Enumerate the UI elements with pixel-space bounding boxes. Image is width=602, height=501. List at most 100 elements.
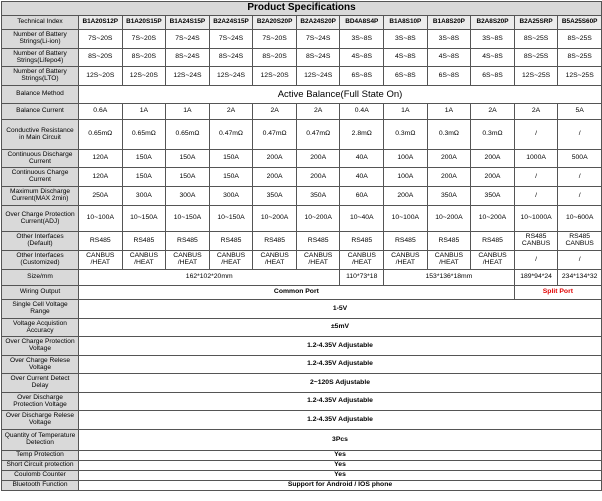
cell-value: 60A — [339, 186, 385, 206]
cell-value: 12S~20S — [252, 66, 297, 86]
row-label: Number of Battery Strings(Li-ion) — [1, 29, 79, 49]
model-header: B1A20S12P — [78, 15, 123, 30]
cell-value: 7S~24S — [295, 29, 341, 49]
cell-value: 0.65mΩ — [121, 119, 167, 150]
cell-value: CANBUS/HEAT — [295, 250, 341, 270]
cell-value: 1A — [121, 103, 167, 120]
balance-method-value: Active Balance(Full State On) — [78, 85, 602, 104]
cell-value: 4S~8S — [470, 48, 515, 67]
cell-value: CANBUS/HEAT — [383, 250, 428, 270]
cell-value: RS485 — [295, 231, 341, 251]
cell-line: /HEAT — [482, 259, 503, 266]
cell-value: 7S~20S — [121, 29, 167, 49]
row-short-circuit: Short Circuit protection Yes — [1, 460, 602, 471]
cell-value: 2A — [208, 103, 254, 120]
cell-value: 4S~8S — [426, 48, 472, 67]
row-balance-current: Balance Current 0.6A 1A 1A 2A 2A 2A 0.4A 1A 1A 2A… — [1, 103, 602, 120]
cell-value: / — [513, 186, 559, 206]
row-label: Voltage Acquistion Accuracy — [1, 318, 79, 337]
oc-release-value: 1.2-4.35V Adjustable — [78, 355, 602, 374]
cell-line: RS485 — [177, 236, 198, 244]
cell-value: 2A — [252, 103, 297, 120]
bluetooth-value: Support for Android / IOS phone — [78, 480, 602, 491]
cell-value: 0.3mΩ — [383, 119, 428, 150]
cell-value: 2A — [470, 103, 515, 120]
cell-value: 12S~25S — [557, 66, 602, 86]
page-title: Product Specifications — [1, 1, 602, 16]
cell-value: 300A — [165, 186, 210, 206]
cell-value: 12S~24S — [165, 66, 210, 86]
row-label: Single Cell Voltage Range — [1, 299, 79, 319]
cell-value: 10~200A — [470, 205, 515, 232]
cell-value: RS485 — [165, 231, 210, 251]
row-continuous-discharge: Continuous Discharge Current 120A 150A 150… — [1, 149, 602, 168]
cell-value: 200A — [470, 149, 515, 168]
cell-line: RS485 — [394, 236, 416, 244]
cell-value: RS485 — [78, 231, 123, 251]
row-odp-voltage: Over Discharge Protection Voltage 1.2-4.… — [1, 392, 602, 411]
row-label: Over Discharge Relese Voltage — [1, 410, 79, 430]
cell-value: CANBUS/HEAT — [165, 250, 210, 270]
cell-value: RS485 — [470, 231, 515, 251]
cell-value: 10~200A — [295, 205, 341, 232]
cell-value: 2.8mΩ — [339, 119, 385, 150]
cell-value: 120A — [78, 149, 123, 168]
row-label: Balance Current — [1, 103, 79, 120]
row-label: Number of Battery Strings(LTO) — [1, 66, 79, 86]
cell-value: 150A — [121, 149, 167, 168]
model-header: B1A20S15P — [121, 15, 167, 30]
model-header: B5A25S60P — [557, 15, 602, 30]
row-label: Balance Method — [1, 85, 79, 104]
cell-value: 5A — [557, 103, 602, 120]
row-voltage-accuracy: Voltage Acquistion Accuracy ±5mV — [1, 318, 602, 337]
cell-value: 8S~25S — [557, 29, 602, 49]
cell-value: 6S~8S — [383, 66, 428, 86]
model-header: B2A25SRP — [513, 15, 559, 30]
row-bluetooth: Bluetooth Function Support for Android /… — [1, 480, 602, 491]
row-label: Wiring Output — [1, 285, 79, 300]
cell-value: 10~150A — [208, 205, 254, 232]
cell-value: 1A — [383, 103, 428, 120]
cell-value: 0.65mΩ — [78, 119, 123, 150]
cell-value: 200A — [426, 167, 472, 187]
cell-value: 12S~24S — [295, 66, 341, 86]
cell-value: 2A — [513, 103, 559, 120]
cell-value: 350A — [426, 186, 472, 206]
od-release-value: 1.2-4.35V Adjustable — [78, 410, 602, 430]
cell-value: CANBUS/HEAT — [470, 250, 515, 270]
row-conductive-resistance: Conductive Resistance in Main Circuit 0.… — [1, 119, 602, 150]
cell-value: 10~40A — [339, 205, 385, 232]
row-label: Continuous Discharge Current — [1, 149, 79, 168]
row-single-cell-range: Single Cell Voltage Range 1-5V — [1, 299, 602, 319]
cell-line: RS485 — [351, 236, 373, 244]
cell-value: CANBUS/HEAT — [426, 250, 472, 270]
size-value-c: 153*136*18mm — [383, 269, 515, 286]
row-coulomb-counter: Coulomb Counter Yes — [1, 470, 602, 481]
cell-value: 250A — [78, 186, 123, 206]
cell-value: RS485 — [252, 231, 297, 251]
cell-value: 7S~24S — [208, 29, 254, 49]
cell-line: /HEAT — [90, 259, 111, 266]
cell-value: 0.4A — [339, 103, 385, 120]
cell-value: 40A — [339, 167, 385, 187]
cell-value: 8S~25S — [557, 48, 602, 67]
cell-value: 8S~20S — [121, 48, 167, 67]
cell-value: 200A — [426, 149, 472, 168]
cell-value: 120A — [78, 167, 123, 187]
cell-value: / — [557, 167, 602, 187]
cell-value: CANBUS/HEAT — [78, 250, 123, 270]
cell-value: 0.47mΩ — [252, 119, 297, 150]
cell-value: 150A — [208, 149, 254, 168]
cell-line: RS485 — [438, 236, 460, 244]
technical-index-label: Technical Index — [1, 15, 79, 30]
cell-value: CANBUS/HEAT — [121, 250, 167, 270]
cell-value: 1000A — [513, 149, 559, 168]
cell-value: 200A — [252, 167, 297, 187]
row-oc-detect-delay: Over Current Detect Delay 2~120S Adjusta… — [1, 373, 602, 393]
cell-value: 0.3mΩ — [470, 119, 515, 150]
cell-value: / — [557, 186, 602, 206]
row-label: Other Interfaces (Default) — [1, 231, 79, 251]
size-value-d: 189*94*24 — [513, 269, 559, 286]
cell-line: RS485 — [89, 236, 111, 244]
model-header: B1A8S10P — [383, 15, 428, 30]
